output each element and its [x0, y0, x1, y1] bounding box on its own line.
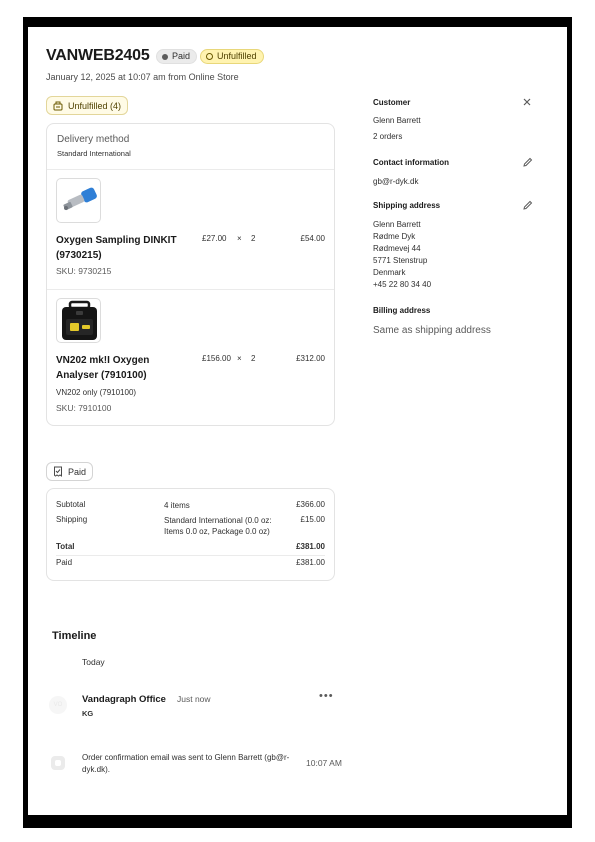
oxygen-analyser-case-image [62, 300, 97, 340]
order-placed-info: January 12, 2025 at 10:07 am from Online… [46, 72, 239, 82]
subtotal-detail: 4 items [164, 501, 190, 510]
shipping-address-line: Rødmevej 44 [373, 244, 421, 253]
more-actions-button[interactable]: ••• [319, 690, 334, 702]
customer-heading: Customer [373, 98, 411, 107]
close-icon[interactable] [522, 97, 532, 107]
package-icon [53, 101, 63, 110]
customer-email[interactable]: gb@r-dyk.dk [373, 176, 538, 188]
payment-status-badge: Paid [156, 49, 198, 64]
shipping-amount: £15.00 [300, 515, 325, 524]
delivery-method-value: Standard International [57, 149, 131, 158]
total-amount: £381.00 [296, 542, 325, 551]
product-unit-price: £27.00 [202, 234, 227, 243]
timeline-event-text: Order confirmation email was sent to Gle… [82, 753, 290, 774]
product-name[interactable]: Oxygen Sampling DINKIT (9730215) [56, 233, 186, 263]
billing-address-heading: Billing address [373, 306, 431, 315]
shipping-address-heading: Shipping address [373, 201, 441, 210]
payment-status-label: Paid [172, 51, 191, 61]
shipping-address-block: Glenn Barrett Rødme Dyk Rødmevej 44 5771… [373, 219, 538, 291]
timeline-event-time: 10:07 AM [306, 758, 342, 768]
paid-amount: £381.00 [296, 558, 325, 567]
subtotal-label: Subtotal [56, 500, 86, 509]
receipt-icon [54, 466, 62, 477]
shipping-address-line: Rødme Dyk [373, 232, 416, 241]
payment-summary-card: Subtotal 4 items £366.00 Shipping Standa… [46, 488, 335, 581]
paid-label: Paid [56, 558, 73, 567]
fulfillment-status-badge: Unfulfilled [200, 49, 264, 64]
product-variant: VN202 only (7910100) [56, 388, 137, 397]
product-sku: SKU: 9730215 [56, 266, 112, 276]
shipping-label: Shipping [56, 515, 88, 524]
shipping-address-line: +45 22 80 34 40 [373, 280, 432, 289]
subtotal-amount: £366.00 [296, 500, 325, 509]
divider [47, 169, 334, 170]
customer-orders[interactable]: 2 orders [373, 131, 538, 143]
oxygen-sampling-kit-image [63, 187, 97, 211]
avatar: VO [49, 696, 67, 714]
multiply-sign: × [237, 234, 242, 243]
total-label: Total [56, 542, 75, 551]
divider [47, 289, 334, 290]
paid-dot-icon [162, 53, 168, 60]
paid-chip[interactable]: Paid [46, 462, 94, 481]
timeline-event-marker [51, 756, 65, 770]
multiply-sign: × [237, 354, 242, 363]
order-page: VANWEB2405 Paid Unfulfilled January 12, … [28, 27, 567, 815]
timeline-comment-time: Just now [177, 694, 211, 704]
product-quantity: 2 [251, 234, 256, 243]
product-line-total: £54.00 [300, 234, 325, 243]
shipping-address-line: 5771 Stenstrup [373, 256, 428, 265]
contact-heading: Contact information [373, 158, 449, 167]
order-number: VANWEB2405 [46, 47, 150, 64]
product-sku: SKU: 7910100 [56, 403, 112, 413]
billing-address-value: Same as shipping address [373, 325, 491, 336]
timeline-day-label: Today [82, 657, 105, 667]
product-line-total: £312.00 [296, 354, 325, 363]
shipping-address-line: Glenn Barrett [373, 220, 421, 229]
timeline-comment-author: Vandagraph Office [82, 694, 166, 705]
product-thumbnail[interactable] [56, 178, 101, 223]
unfulfilled-chip-label: Unfulfilled (4) [68, 100, 122, 111]
paid-chip-label: Paid [68, 466, 87, 477]
fulfillment-status-label: Unfulfilled [217, 51, 257, 61]
unfulfilled-chip[interactable]: Unfulfilled (4) [46, 96, 129, 115]
customer-name[interactable]: Glenn Barrett [373, 115, 538, 127]
product-name[interactable]: VN202 mk!I Oxygen Analyser (7910100) [56, 353, 186, 383]
product-thumbnail[interactable] [56, 298, 101, 343]
product-unit-price: £156.00 [202, 354, 231, 363]
shipping-detail: Standard International (0.0 oz: Items 0.… [164, 516, 272, 536]
delivery-method-label: Delivery method [57, 134, 130, 145]
shipping-address-line: Denmark [373, 268, 406, 277]
unfulfilled-ring-icon [206, 53, 213, 60]
timeline-comment-text: KG [82, 709, 94, 718]
divider [56, 555, 325, 556]
timeline-title: Timeline [52, 630, 97, 642]
pencil-icon[interactable] [522, 157, 533, 168]
pencil-icon[interactable] [522, 200, 533, 211]
fulfillment-card: Delivery method Standard International O… [46, 123, 335, 426]
product-quantity: 2 [251, 354, 256, 363]
